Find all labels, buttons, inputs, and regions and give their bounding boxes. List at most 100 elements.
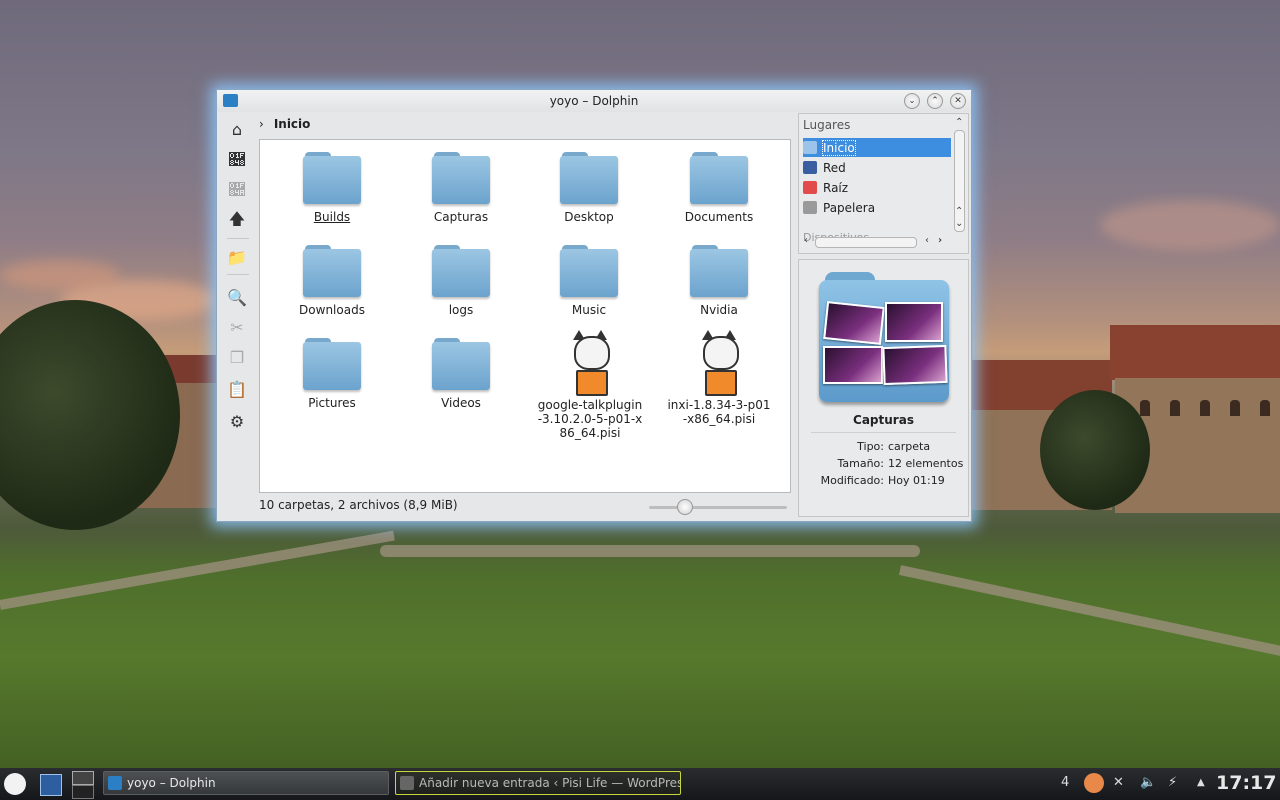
task-browser[interactable]: Añadir nueva entrada ‹ Pisi Life — WordP… — [395, 771, 681, 795]
places-horizontal-scrollbar[interactable] — [815, 237, 917, 248]
up-icon[interactable]: 🡅 — [221, 208, 253, 234]
window-titlebar[interactable]: yoyo – Dolphin ⌄ ⌃ ✕ — [217, 90, 971, 112]
file-label: Documents — [684, 210, 754, 224]
info-key: Modificado: — [820, 474, 884, 487]
file-item[interactable]: Music — [534, 245, 644, 317]
info-key: Tipo: — [857, 440, 884, 453]
browser-icon — [400, 776, 414, 790]
scroll-right-icon[interactable]: › — [938, 235, 942, 246]
folder-icon — [303, 152, 361, 204]
file-item[interactable]: Pictures — [277, 338, 387, 410]
place-label: Red — [823, 160, 846, 175]
info-separator — [811, 432, 956, 433]
task-dolphin[interactable]: yoyo – Dolphin — [103, 771, 389, 795]
file-label: logs — [448, 303, 474, 317]
cut-icon[interactable]: ✂ — [221, 314, 253, 340]
file-label: Capturas — [433, 210, 489, 224]
file-item[interactable]: google-talkplugin-3.10.2.0-5-p01-x86_64.… — [534, 330, 646, 440]
file-label: Builds — [313, 210, 351, 224]
place-item-inicio[interactable]: Inicio — [803, 138, 951, 157]
toolbar-separator — [227, 238, 249, 239]
window-title: yoyo – Dolphin — [549, 94, 639, 108]
file-label: Music — [571, 303, 607, 317]
breadcrumb-current[interactable]: Inicio — [274, 117, 311, 131]
file-item[interactable]: Downloads — [277, 245, 387, 317]
info-value: carpeta — [888, 440, 931, 453]
clock[interactable]: 17:17 — [1216, 772, 1276, 794]
file-label: Nvidia — [700, 303, 738, 317]
file-item[interactable]: Videos — [406, 338, 516, 410]
folder-icon — [432, 152, 490, 204]
drive-icon — [803, 181, 817, 194]
folder-icon — [560, 245, 618, 297]
folder-icon — [432, 245, 490, 297]
info-value: 12 elementos — [888, 457, 964, 470]
home-icon — [803, 141, 817, 154]
screenshot-thumbnail — [882, 344, 948, 386]
file-label: Videos — [441, 396, 481, 410]
file-label: google-talkplugin-3.10.2.0-5-p01-x86_64.… — [537, 398, 643, 440]
file-item[interactable]: logs — [406, 245, 516, 317]
status-summary: 10 carpetas, 2 archivos (8,9 MiB) — [259, 498, 458, 512]
dolphin-window: yoyo – Dolphin ⌄ ⌃ ✕ ⌂ 🡈 🡊 🡅 📁 🔍 ✂ ❐ 📋 ⚙… — [216, 89, 972, 522]
file-label: Desktop — [564, 210, 614, 224]
paste-icon[interactable]: 📋 — [221, 376, 253, 402]
taskbar: yoyo – Dolphin Añadir nueva entrada ‹ Pi… — [0, 768, 1280, 800]
pager-desktop-2[interactable] — [72, 785, 94, 799]
zoom-slider-handle[interactable] — [677, 499, 693, 515]
notifier-icon[interactable] — [1084, 773, 1104, 793]
toolbar-separator — [227, 274, 249, 275]
pager-desktop-1[interactable] — [72, 771, 94, 785]
folder-icon — [303, 245, 361, 297]
copy-icon[interactable]: ❐ — [221, 344, 253, 370]
file-item[interactable]: Desktop — [534, 152, 644, 224]
folder-icon — [560, 152, 618, 204]
control-menu-icon[interactable]: ⚙ — [221, 408, 253, 434]
forward-icon[interactable]: 🡊 — [221, 176, 253, 202]
scroll-down-icon[interactable]: ⌄ — [955, 218, 963, 229]
network-tray-icon[interactable]: ✕ — [1113, 775, 1124, 790]
place-item-raiz[interactable]: Raíz — [803, 178, 951, 197]
file-item[interactable]: inxi-1.8.34-3-p01-x86_64.pisi — [664, 330, 774, 426]
volume-icon[interactable]: 🔈 — [1140, 775, 1156, 790]
power-icon[interactable]: ⚡ — [1168, 775, 1177, 790]
folder-icon — [690, 245, 748, 297]
close-button[interactable]: ✕ — [950, 93, 966, 109]
show-desktop-icon[interactable] — [40, 774, 62, 796]
file-item[interactable]: Documents — [664, 152, 774, 224]
preview-icon[interactable]: 🔍 — [221, 284, 253, 310]
info-value: Hoy 01:19 — [888, 474, 945, 487]
place-item-papelera[interactable]: Papelera — [803, 198, 951, 217]
new-folder-icon[interactable]: 📁 — [221, 244, 253, 270]
file-label: Pictures — [308, 396, 356, 410]
home-icon[interactable]: ⌂ — [221, 116, 253, 142]
breadcrumb-arrow-icon: › — [259, 117, 264, 131]
folder-icon — [303, 338, 361, 390]
pisi-package-icon — [699, 330, 739, 396]
info-key: Tamaño: — [837, 457, 884, 470]
tray-expand-icon[interactable]: ▲ — [1197, 777, 1205, 788]
zoom-slider[interactable] — [649, 506, 787, 509]
scroll-up-icon[interactable]: ⌃ — [955, 117, 963, 128]
trash-icon — [803, 201, 817, 214]
file-item[interactable]: Builds — [277, 152, 387, 224]
back-icon[interactable]: 🡈 — [221, 146, 253, 172]
place-item-red[interactable]: Red — [803, 158, 951, 177]
place-label: Raíz — [823, 180, 849, 195]
scroll-left-icon[interactable]: ‹ — [925, 235, 929, 246]
file-view[interactable]: Builds Capturas Desktop Documents Downlo… — [259, 139, 791, 493]
file-item[interactable]: Capturas — [406, 152, 516, 224]
main-toolbar: ⌂ 🡈 🡊 🡅 📁 🔍 ✂ ❐ 📋 ⚙ — [221, 114, 255, 438]
application-launcher-icon[interactable] — [4, 773, 26, 795]
places-panel: Lugares Inicio Red Raíz Papelera Disposi… — [798, 113, 969, 254]
scroll-up-icon[interactable]: ⌃ — [955, 206, 963, 217]
network-icon — [803, 161, 817, 174]
file-label: inxi-1.8.34-3-p01-x86_64.pisi — [667, 398, 771, 426]
maximize-button[interactable]: ⌃ — [927, 93, 943, 109]
breadcrumb[interactable]: › Inicio — [259, 117, 310, 131]
screenshot-thumbnail — [823, 346, 883, 384]
file-item[interactable]: Nvidia — [664, 245, 774, 317]
scroll-left-icon[interactable]: ‹ — [804, 235, 808, 246]
task-label: yoyo – Dolphin — [127, 776, 216, 790]
minimize-button[interactable]: ⌄ — [904, 93, 920, 109]
